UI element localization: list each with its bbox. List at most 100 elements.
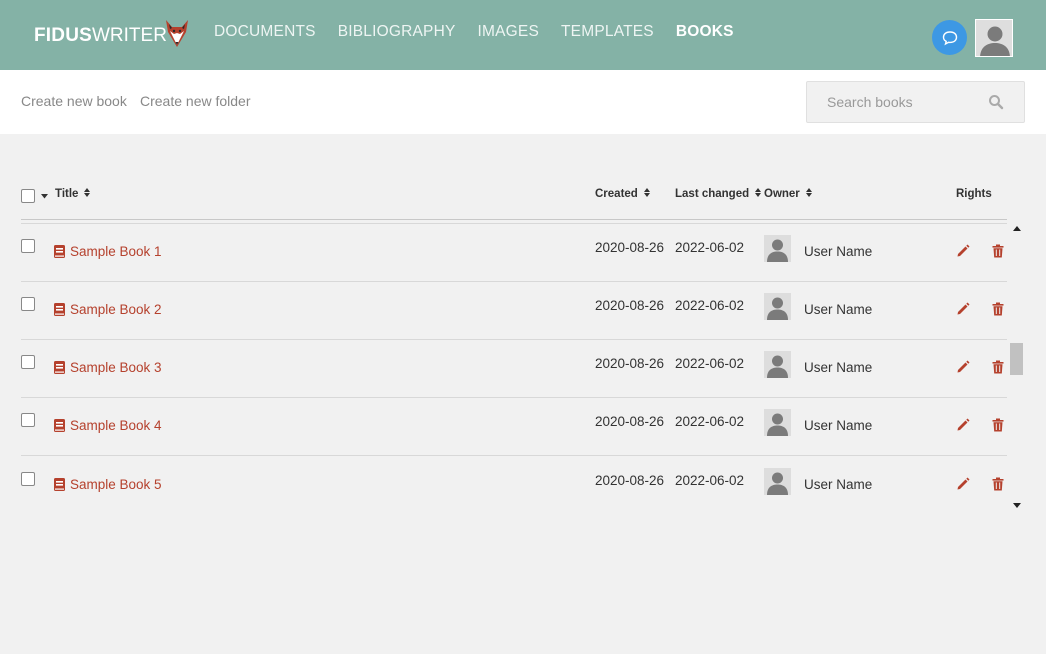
book-title-link[interactable]: Sample Book 4 bbox=[54, 418, 162, 433]
owner-avatar bbox=[764, 351, 791, 378]
table-row: Sample Book 4 2020-08-26 2022-06-02 User… bbox=[21, 398, 1007, 456]
chat-bubble-icon bbox=[942, 30, 957, 45]
column-rights-header: Rights bbox=[956, 188, 992, 200]
user-avatar-icon bbox=[767, 297, 788, 320]
brand-light: WRITER bbox=[92, 25, 167, 46]
user-avatar-icon bbox=[980, 26, 1010, 56]
user-avatar[interactable] bbox=[975, 19, 1013, 57]
column-owner-label: Owner bbox=[764, 188, 800, 200]
book-icon bbox=[54, 303, 65, 316]
header-divider bbox=[21, 219, 1007, 220]
row-checkbox[interactable] bbox=[21, 472, 35, 486]
column-title-header[interactable]: Title bbox=[55, 188, 91, 200]
table-row: Sample Book 3 2020-08-26 2022-06-02 User… bbox=[21, 340, 1007, 398]
row-checkbox[interactable] bbox=[21, 239, 35, 253]
chevron-down-icon[interactable] bbox=[41, 194, 48, 199]
brand-logo[interactable]: FIDUS WRITER bbox=[34, 24, 167, 48]
book-title-link[interactable]: Sample Book 3 bbox=[54, 360, 162, 375]
created-date: 2020-08-26 bbox=[595, 356, 665, 371]
table-row: Sample Book 1 2020-08-26 2022-06-02 User… bbox=[21, 224, 1007, 282]
pencil-icon[interactable] bbox=[956, 418, 970, 432]
book-title-link[interactable]: Sample Book 5 bbox=[54, 477, 162, 492]
created-date: 2020-08-26 bbox=[595, 298, 665, 313]
table-row: Sample Book 2 2020-08-26 2022-06-02 User… bbox=[21, 282, 1007, 340]
owner-avatar bbox=[764, 468, 791, 495]
column-last-changed-header[interactable]: Last changed bbox=[675, 188, 762, 200]
nav-templates[interactable]: TEMPLATES bbox=[561, 22, 654, 42]
book-title: Sample Book 2 bbox=[70, 302, 162, 317]
books-table-body: Sample Book 1 2020-08-26 2022-06-02 User… bbox=[21, 224, 1007, 516]
book-icon bbox=[54, 419, 65, 432]
search-box bbox=[806, 81, 1025, 123]
row-checkbox[interactable] bbox=[21, 413, 35, 427]
last-changed-date: 2022-06-02 bbox=[675, 298, 745, 313]
created-date: 2020-08-26 bbox=[595, 473, 665, 488]
scroll-up-arrow[interactable] bbox=[1013, 226, 1021, 231]
action-toolbar: Create new book Create new folder bbox=[0, 70, 1046, 134]
main-nav: DOCUMENTS BIBLIOGRAPHY IMAGES TEMPLATES … bbox=[214, 22, 756, 42]
user-avatar-icon bbox=[767, 472, 788, 495]
trash-icon[interactable] bbox=[991, 477, 1005, 491]
book-title-link[interactable]: Sample Book 1 bbox=[54, 244, 162, 259]
column-last-changed-label: Last changed bbox=[675, 188, 750, 200]
owner-name: User Name bbox=[804, 302, 873, 317]
sort-icon bbox=[643, 188, 650, 198]
create-new-folder-button[interactable]: Create new folder bbox=[140, 93, 251, 109]
table-header: Title Created Last changed Owner Rights bbox=[21, 184, 1011, 206]
book-icon bbox=[54, 361, 65, 374]
column-created-label: Created bbox=[595, 188, 638, 200]
sort-icon bbox=[84, 188, 91, 198]
owner-name: User Name bbox=[804, 360, 873, 375]
book-title: Sample Book 1 bbox=[70, 244, 162, 259]
table-row: Sample Book 5 2020-08-26 2022-06-02 User… bbox=[21, 457, 1007, 515]
search-input[interactable] bbox=[807, 82, 987, 122]
nav-bibliography[interactable]: BIBLIOGRAPHY bbox=[338, 22, 456, 42]
trash-icon[interactable] bbox=[991, 244, 1005, 258]
pencil-icon[interactable] bbox=[956, 360, 970, 374]
owner-avatar bbox=[764, 293, 791, 320]
nav-documents[interactable]: DOCUMENTS bbox=[214, 22, 316, 42]
brand-bold: FIDUS bbox=[34, 25, 92, 46]
book-title: Sample Book 3 bbox=[70, 360, 162, 375]
search-icon[interactable] bbox=[988, 94, 1004, 110]
select-all-checkbox[interactable] bbox=[21, 189, 35, 203]
book-icon bbox=[54, 478, 65, 491]
user-avatar-icon bbox=[767, 355, 788, 378]
pencil-icon[interactable] bbox=[956, 244, 970, 258]
scrollbar-thumb[interactable] bbox=[1010, 343, 1023, 375]
book-title-link[interactable]: Sample Book 2 bbox=[54, 302, 162, 317]
created-date: 2020-08-26 bbox=[595, 414, 665, 429]
owner-avatar bbox=[764, 409, 791, 436]
sort-icon bbox=[805, 188, 812, 198]
user-avatar-icon bbox=[767, 239, 788, 262]
nav-books[interactable]: BOOKS bbox=[676, 22, 734, 42]
column-owner-header[interactable]: Owner bbox=[764, 188, 812, 200]
last-changed-date: 2022-06-02 bbox=[675, 240, 745, 255]
chat-button[interactable] bbox=[932, 20, 967, 55]
book-title: Sample Book 5 bbox=[70, 477, 162, 492]
row-checkbox[interactable] bbox=[21, 297, 35, 311]
owner-name: User Name bbox=[804, 418, 873, 433]
owner-avatar bbox=[764, 235, 791, 262]
fox-logo-icon bbox=[166, 20, 188, 47]
last-changed-date: 2022-06-02 bbox=[675, 414, 745, 429]
scroll-down-arrow[interactable] bbox=[1013, 503, 1021, 508]
user-avatar-icon bbox=[767, 413, 788, 436]
trash-icon[interactable] bbox=[991, 418, 1005, 432]
create-new-book-button[interactable]: Create new book bbox=[21, 93, 127, 109]
trash-icon[interactable] bbox=[991, 360, 1005, 374]
column-created-header[interactable]: Created bbox=[595, 188, 650, 200]
book-icon bbox=[54, 245, 65, 258]
trash-icon[interactable] bbox=[991, 302, 1005, 316]
last-changed-date: 2022-06-02 bbox=[675, 473, 745, 488]
last-changed-date: 2022-06-02 bbox=[675, 356, 745, 371]
column-title-label: Title bbox=[55, 188, 79, 200]
pencil-icon[interactable] bbox=[956, 477, 970, 491]
row-checkbox[interactable] bbox=[21, 355, 35, 369]
nav-images[interactable]: IMAGES bbox=[478, 22, 540, 42]
created-date: 2020-08-26 bbox=[595, 240, 665, 255]
sort-icon bbox=[755, 188, 762, 198]
owner-name: User Name bbox=[804, 477, 873, 492]
top-header: FIDUS WRITER DOCUMENTS BIBLIOGRAPHY IMAGE… bbox=[0, 0, 1046, 70]
pencil-icon[interactable] bbox=[956, 302, 970, 316]
